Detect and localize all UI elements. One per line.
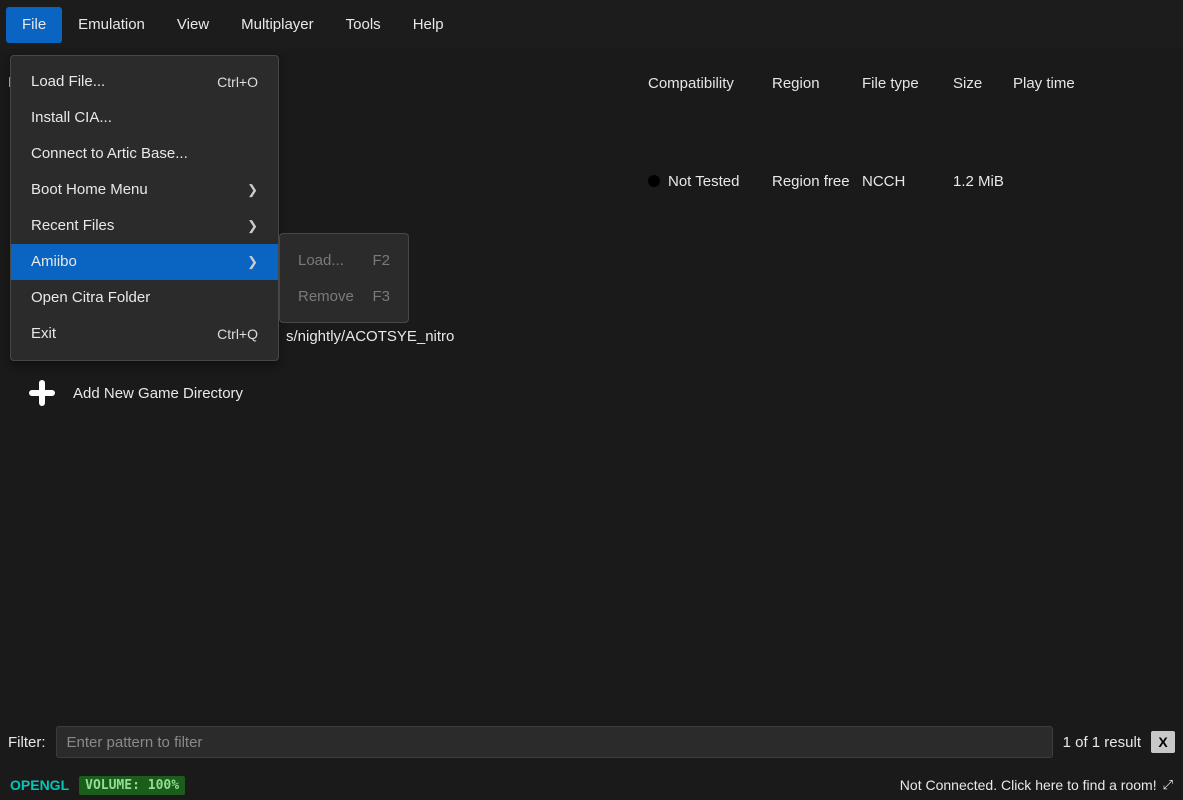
filter-input[interactable] <box>56 726 1053 758</box>
filter-result-count: 1 of 1 result <box>1063 734 1141 751</box>
mi-amiibo-load[interactable]: Load... F2 <box>280 242 408 278</box>
region-text: Region free <box>772 173 862 190</box>
mi-install-cia[interactable]: Install CIA... <box>11 100 278 136</box>
amiibo-submenu: Load... F2 Remove F3 <box>279 233 409 323</box>
compat-dot-icon <box>648 175 660 187</box>
col-playtime[interactable]: Play time <box>1013 75 1171 92</box>
add-game-dir-label: Add New Game Directory <box>73 385 243 402</box>
mi-exit[interactable]: Exit Ctrl+Q <box>11 316 278 352</box>
status-bar: OPENGL VOLUME: 100% Not Connected. Click… <box>0 770 1183 800</box>
mi-artic-base[interactable]: Connect to Artic Base... <box>11 136 278 172</box>
plus-icon <box>27 378 57 408</box>
mi-open-citra-folder[interactable]: Open Citra Folder <box>11 280 278 316</box>
size-text: 1.2 MiB <box>953 173 1013 190</box>
game-path-fragment: s/nightly/ACOTSYE_nitro <box>286 328 454 345</box>
filter-label: Filter: <box>8 734 46 751</box>
col-size[interactable]: Size <box>953 75 1013 92</box>
mi-amiibo-remove[interactable]: Remove F3 <box>280 278 408 314</box>
menu-file[interactable]: File <box>6 7 62 43</box>
chevron-right-icon: ❯ <box>247 208 258 244</box>
filter-clear-button[interactable]: X <box>1151 731 1175 753</box>
renderer-badge: OPENGL <box>10 777 69 793</box>
mi-load-file[interactable]: Load File... Ctrl+O <box>11 64 278 100</box>
menu-emulation[interactable]: Emulation <box>62 7 161 43</box>
menu-multiplayer[interactable]: Multiplayer <box>225 7 330 43</box>
expand-icon: ⤢ <box>1163 777 1173 793</box>
filetype-text: NCCH <box>862 173 953 190</box>
room-status-text: Not Connected. Click here to find a room… <box>900 777 1157 793</box>
menu-help[interactable]: Help <box>397 7 460 43</box>
col-region[interactable]: Region <box>772 75 862 92</box>
menubar: File Emulation View Multiplayer Tools He… <box>0 0 1183 49</box>
multiplayer-status[interactable]: Not Connected. Click here to find a room… <box>900 777 1173 793</box>
mi-recent-files[interactable]: Recent Files ❯ <box>11 208 278 244</box>
volume-badge: VOLUME: 100% <box>79 776 185 795</box>
filter-bar: Filter: 1 of 1 result X <box>8 724 1175 760</box>
col-compatibility[interactable]: Compatibility <box>648 75 772 92</box>
chevron-right-icon: ❯ <box>247 244 258 280</box>
compat-text: Not Tested <box>668 173 739 190</box>
menu-tools[interactable]: Tools <box>330 7 397 43</box>
add-game-dir-row[interactable]: Add New Game Directory <box>27 378 243 408</box>
mi-boot-home[interactable]: Boot Home Menu ❯ <box>11 172 278 208</box>
col-filetype[interactable]: File type <box>862 75 953 92</box>
file-menu-dropdown: Load File... Ctrl+O Install CIA... Conne… <box>10 55 279 361</box>
chevron-right-icon: ❯ <box>247 172 258 208</box>
mi-amiibo[interactable]: Amiibo ❯ <box>11 244 278 280</box>
menu-view[interactable]: View <box>161 7 225 43</box>
